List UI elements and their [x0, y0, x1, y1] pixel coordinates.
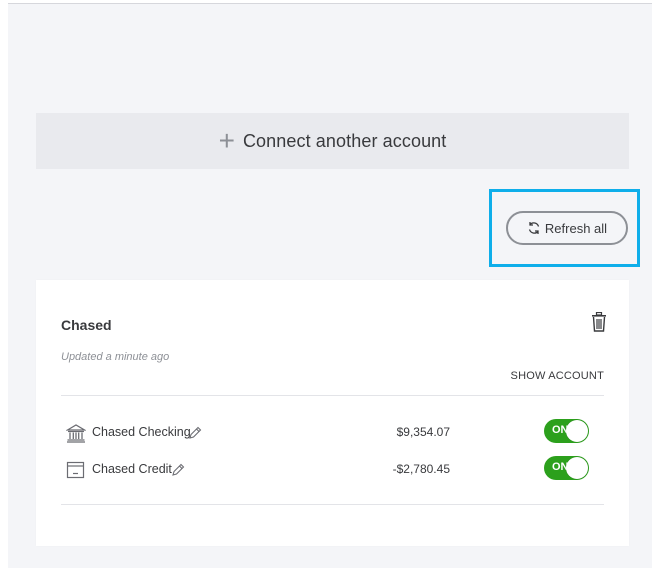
bank-icon [65, 423, 87, 443]
account-name: Chased Credit [92, 462, 172, 476]
pencil-icon[interactable] [171, 463, 185, 477]
plus-icon: + [218, 125, 235, 156]
divider [61, 395, 604, 396]
refresh-label: Refresh all [544, 220, 608, 236]
account-row: Chased Checking $9,354.07 ON [61, 419, 604, 447]
updated-text: Updated a minute ago [61, 351, 170, 363]
account-toggle[interactable]: ON [544, 419, 589, 443]
account-balance: -$2,780.45 [392, 462, 450, 476]
pencil-icon[interactable] [188, 426, 202, 440]
divider [61, 504, 604, 505]
bank-card: Chased Updated a minute ago SHOW ACCOUNT [36, 280, 629, 546]
connect-another-account-button[interactable]: + Connect another account [36, 113, 629, 169]
account-balance: $9,354.07 [396, 425, 450, 439]
toggle-knob [566, 457, 588, 479]
account-row: Chased Credit -$2,780.45 ON [61, 456, 604, 484]
credit-card-icon [66, 460, 86, 480]
bank-name: Chased [61, 317, 112, 333]
trash-icon[interactable] [591, 311, 607, 332]
show-account-link[interactable]: SHOW ACCOUNT [511, 370, 604, 382]
account-name: Chased Checking [92, 425, 191, 439]
toggle-knob [566, 420, 588, 442]
refresh-all-button[interactable]: Refresh all [506, 211, 628, 245]
account-toggle[interactable]: ON [544, 456, 589, 480]
refresh-icon [527, 221, 541, 235]
connect-label: Connect another account [242, 130, 447, 151]
